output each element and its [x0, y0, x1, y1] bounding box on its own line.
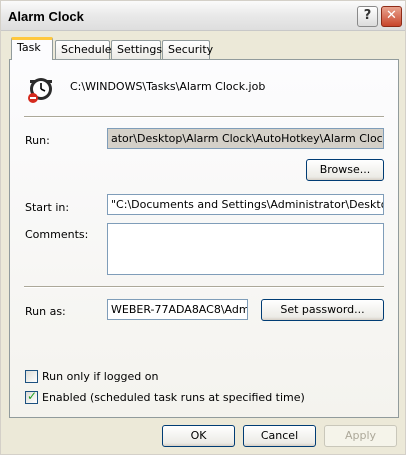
cancel-button[interactable]: Cancel — [243, 425, 316, 447]
tab-task[interactable]: Task — [11, 37, 53, 60]
task-tab-panel: C:\WINDOWS\Tasks\Alarm Clock.job Run: at… — [9, 59, 399, 418]
tab-schedule[interactable]: Schedule — [55, 40, 112, 59]
browse-button[interactable]: Browse... — [306, 159, 384, 181]
run-only-logged-on-label: Run only if logged on — [42, 370, 159, 383]
ok-button[interactable]: OK — [162, 425, 235, 447]
start-in-label: Start in: — [25, 201, 70, 214]
run-as-label: Run as: — [25, 305, 66, 318]
task-properties-window: Alarm Clock ? ✕ Task Schedule Settings S… — [0, 0, 406, 455]
apply-button[interactable]: Apply — [324, 425, 397, 447]
window-title: Alarm Clock — [8, 9, 84, 24]
run-label: Run: — [25, 134, 50, 147]
enabled-checkbox[interactable]: ✓ — [25, 389, 38, 404]
divider — [24, 286, 384, 288]
enabled-label: Enabled (scheduled task runs at specifie… — [42, 391, 305, 404]
alarm-clock-icon — [24, 74, 56, 106]
start-in-field[interactable]: "C:\Documents and Settings\Administrator… — [107, 194, 384, 215]
comments-field[interactable] — [107, 223, 384, 275]
job-path: C:\WINDOWS\Tasks\Alarm Clock.job — [70, 80, 266, 93]
run-field[interactable]: ator\Desktop\Alarm Clock\AutoHotkey\Alar… — [107, 128, 384, 149]
tab-settings[interactable]: Settings — [111, 40, 162, 59]
help-icon[interactable]: ? — [357, 6, 378, 27]
tab-security[interactable]: Security — [162, 40, 213, 59]
comments-label: Comments: — [25, 228, 89, 241]
title-bar[interactable]: Alarm Clock ? ✕ — [1, 1, 405, 31]
run-only-logged-on-checkbox[interactable] — [25, 370, 38, 383]
checkmark-icon: ✓ — [27, 389, 38, 403]
divider — [24, 116, 384, 118]
run-as-field[interactable]: WEBER-77ADA8AC8\Admi — [107, 299, 248, 320]
close-icon[interactable]: ✕ — [381, 6, 402, 27]
set-password-button[interactable]: Set password... — [261, 299, 384, 321]
